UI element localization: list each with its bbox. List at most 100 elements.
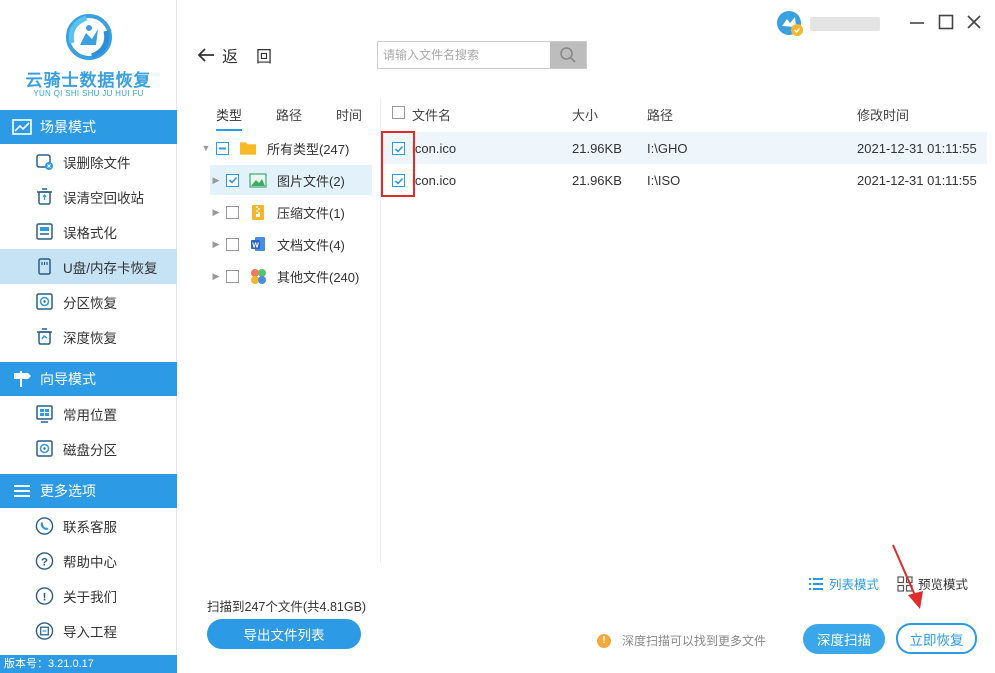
tree-checkbox[interactable]	[226, 205, 239, 219]
file-mtime: 2021-12-31 01:11:55	[857, 141, 977, 156]
section-title: 更多选项	[40, 483, 96, 499]
file-list-header: 文件名 大小 路径 修改时间	[382, 98, 987, 128]
file-path: I:\GHO	[647, 141, 688, 156]
folder-icon	[239, 140, 257, 156]
collapse-caret-icon[interactable]: ▼	[200, 142, 212, 154]
table-row[interactable]: icon.ico 21.96KB I:\ISO 2021-12-31 01:11…	[382, 164, 987, 196]
column-header-mtime[interactable]: 修改时间	[857, 105, 909, 124]
tree-checkbox[interactable]	[216, 141, 229, 155]
sidebar-item-usb-card[interactable]: U盘/内存卡恢复	[0, 249, 177, 284]
sidebar-item-recycle-bin[interactable]: 误清空回收站	[0, 179, 177, 214]
other-file-icon	[249, 268, 267, 284]
sidebar-item-disk-partition[interactable]: 磁盘分区	[0, 431, 177, 466]
file-size: 21.96KB	[572, 173, 622, 188]
deep-scan-button[interactable]: 深度扫描	[803, 624, 885, 654]
section-more-options[interactable]: 更多选项	[0, 474, 177, 508]
back-arrow-icon	[197, 48, 214, 62]
recover-now-button[interactable]: 立即恢复	[896, 623, 977, 654]
tree-item-label: 文档文件(4)	[277, 237, 345, 253]
annotation-arrow-icon	[892, 544, 923, 609]
usb-card-icon	[35, 257, 54, 276]
tree-item-zip[interactable]: ▶ 压缩文件(1)	[210, 197, 372, 227]
expand-caret-icon[interactable]: ▶	[210, 238, 222, 250]
tree-item-documents[interactable]: ▶ W 文档文件(4)	[210, 229, 372, 259]
document-file-icon: W	[249, 236, 267, 252]
back-label: 返	[222, 49, 239, 66]
menu-icon	[12, 482, 32, 500]
back-button[interactable]: 返 回	[196, 42, 272, 68]
tab-time[interactable]: 时间	[336, 105, 362, 124]
column-header-path[interactable]: 路径	[647, 105, 673, 124]
table-row[interactable]: icon.ico 21.96KB I:\GHO 2021-12-31 01:11…	[382, 132, 987, 164]
maximize-icon	[938, 14, 954, 30]
close-button[interactable]	[962, 10, 986, 34]
sidebar-item-about-us[interactable]: ! 关于我们	[0, 578, 177, 613]
section-title: 向导模式	[40, 371, 96, 387]
sidebar-item-common-location[interactable]: 常用位置	[0, 396, 177, 431]
tree-item-other[interactable]: ▶ 其他文件(240)	[210, 261, 372, 291]
partition-icon	[35, 292, 54, 311]
sidebar: 云骑士数据恢复 YUN QI SHI SHU JU HUI FU 场景模式 误删…	[0, 0, 177, 673]
sidebar-item-deleted-files[interactable]: 误删除文件	[0, 144, 177, 179]
tree-item-label: 压缩文件(1)	[277, 205, 345, 221]
tab-type[interactable]: 类型	[216, 105, 243, 131]
logo-subtitle: YUN QI SHI SHU JU HUI FU	[33, 89, 144, 98]
column-header-name[interactable]: 文件名	[412, 105, 451, 124]
search-button[interactable]	[550, 42, 586, 68]
scan-summary: 扫描到247个文件(共4.81GB)	[207, 600, 367, 614]
common-location-icon	[35, 404, 54, 423]
tree-item-all-types[interactable]: ▼ 所有类型(247)	[200, 133, 374, 163]
sidebar-item-help-center[interactable]: ? 帮助中心	[0, 543, 177, 578]
tree-checkbox[interactable]	[226, 173, 239, 187]
sidebar-item-label: 磁盘分区	[63, 442, 117, 458]
tab-path[interactable]: 路径	[276, 105, 302, 124]
section-guide-mode[interactable]: 向导模式	[0, 362, 177, 396]
sidebar-item-customer-service[interactable]: 联系客服	[0, 508, 177, 543]
list-mode-toggle[interactable]: 列表模式	[808, 574, 879, 593]
section-scene-mode[interactable]: 场景模式	[0, 110, 177, 144]
select-all-checkbox[interactable]	[392, 106, 405, 119]
sidebar-item-label: 误删除文件	[63, 155, 131, 171]
help-icon: ?	[35, 551, 54, 570]
file-name: icon.ico	[412, 173, 457, 188]
svg-text:W: W	[252, 243, 259, 250]
sidebar-item-label: 联系客服	[63, 519, 117, 535]
export-file-list-button[interactable]: 导出文件列表	[207, 619, 361, 649]
image-file-icon	[249, 172, 267, 188]
sidebar-item-deep-recover[interactable]: 深度恢复	[0, 319, 177, 354]
tree-item-images[interactable]: ▶ 图片文件(2)	[210, 165, 372, 195]
sidebar-item-import-project[interactable]: 导入工程	[0, 613, 177, 648]
highlight-annotation-box	[381, 131, 415, 197]
hint-text: 深度扫描可以找到更多文件	[622, 634, 767, 648]
info-icon: !	[35, 586, 54, 605]
sidebar-item-partition[interactable]: 分区恢复	[0, 284, 177, 319]
maximize-button[interactable]	[934, 10, 958, 34]
tree-item-label: 其他文件(240)	[277, 269, 360, 285]
recycle-bin-icon	[35, 187, 54, 206]
file-size: 21.96KB	[572, 141, 622, 156]
user-account[interactable]	[776, 10, 880, 38]
tree-checkbox[interactable]	[226, 237, 239, 251]
file-mtime: 2021-12-31 01:11:55	[857, 173, 977, 188]
expand-caret-icon[interactable]: ▶	[210, 206, 222, 218]
expand-caret-icon[interactable]: ▶	[210, 174, 222, 186]
format-icon	[35, 222, 54, 241]
customer-service-icon	[35, 516, 54, 535]
file-name: icon.ico	[412, 141, 457, 156]
expand-caret-icon[interactable]: ▶	[210, 270, 222, 282]
sidebar-item-format[interactable]: 误格式化	[0, 214, 177, 249]
logo: 云骑士数据恢复 YUN QI SHI SHU JU HUI FU	[0, 0, 177, 108]
deleted-file-icon	[35, 152, 54, 171]
list-mode-label: 列表模式	[829, 578, 880, 592]
svg-text:!: !	[43, 591, 47, 603]
search-input[interactable]	[378, 42, 550, 68]
minimize-button[interactable]	[905, 10, 929, 34]
column-header-size[interactable]: 大小	[572, 105, 598, 124]
logo-icon	[66, 14, 112, 60]
sidebar-item-label: U盘/内存卡恢复	[63, 260, 158, 276]
svg-text:?: ?	[41, 556, 48, 568]
logo-title: 云骑士数据恢复	[25, 71, 152, 90]
sidebar-item-label: 深度恢复	[63, 330, 117, 346]
tree-item-label: 图片文件(2)	[277, 173, 345, 189]
tree-checkbox[interactable]	[226, 269, 239, 283]
